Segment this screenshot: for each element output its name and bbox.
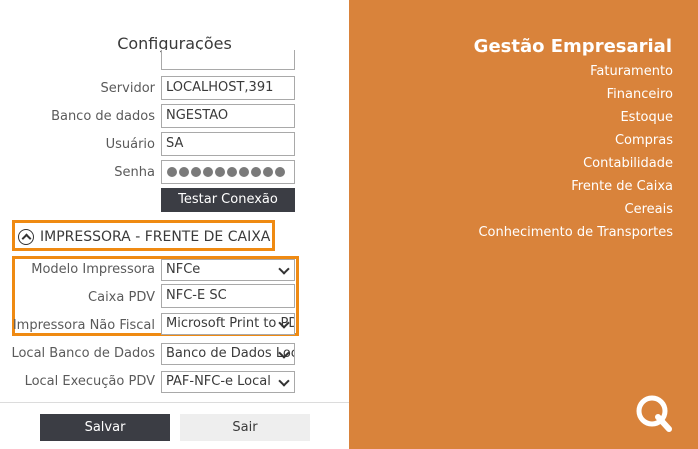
exit-button[interactable]: Sair [180, 414, 310, 441]
collapse-icon[interactable] [18, 229, 34, 245]
banco-label: Banco de dados [51, 109, 155, 124]
menu-item-financeiro[interactable]: Financeiro [478, 85, 673, 108]
local-banco-select[interactable]: Banco de Dados Local [161, 343, 295, 365]
menu-item-contabilidade[interactable]: Contabilidade [478, 154, 673, 177]
config-panel: Configurações Servidor LOCALHOST,391 Ban… [0, 0, 349, 449]
modelo-select[interactable]: NFCe [161, 259, 295, 281]
senha-input[interactable] [161, 160, 295, 184]
local-banco-value: Banco de Dados Local [166, 346, 294, 361]
menu-item-cereais[interactable]: Cereais [478, 200, 673, 223]
menu-item-frente-de-caixa[interactable]: Frente de Caixa [478, 177, 673, 200]
menu-item-faturamento[interactable]: Faturamento [478, 62, 673, 85]
modules-menu: Faturamento Financeiro Estoque Compras C… [478, 62, 673, 246]
brand-panel: Gestão Empresarial Faturamento Financeir… [349, 0, 698, 449]
brand-logo-icon [636, 395, 672, 432]
chevron-down-icon [278, 375, 290, 387]
menu-item-estoque[interactable]: Estoque [478, 108, 673, 131]
banco-input[interactable]: NGESTAO [161, 104, 295, 128]
caixa-label: Caixa PDV [88, 290, 155, 305]
local-exec-value: PAF-NFC-e Local [166, 374, 271, 389]
section-header[interactable]: IMPRESSORA - FRENTE DE CAIXA [18, 229, 270, 245]
menu-item-compras[interactable]: Compras [478, 131, 673, 154]
test-connection-button[interactable]: Testar Conexão [161, 188, 295, 212]
local-exec-select[interactable]: PAF-NFC-e Local [161, 371, 295, 393]
servidor-label: Servidor [100, 81, 155, 96]
impressora-value: Microsoft Print to PDF [166, 316, 295, 331]
section-title: IMPRESSORA - FRENTE DE CAIXA [40, 229, 271, 245]
brand-title: Gestão Empresarial [473, 36, 672, 57]
menu-item-conhecimento-de-transportes[interactable]: Conhecimento de Transportes [478, 223, 673, 246]
scrolled-field[interactable] [161, 50, 295, 70]
caixa-input[interactable]: NFC-E SC [161, 284, 295, 308]
save-button[interactable]: Salvar [40, 414, 170, 441]
impressora-label: Impressora Não Fiscal [12, 318, 155, 333]
servidor-input[interactable]: LOCALHOST,391 [161, 76, 295, 100]
bottom-divider [0, 402, 349, 403]
chevron-down-icon [278, 263, 290, 275]
usuario-input[interactable]: SA [161, 132, 295, 156]
local-banco-label: Local Banco de Dados [11, 346, 155, 361]
local-exec-label: Local Execução PDV [24, 374, 155, 389]
modelo-value: NFCe [166, 262, 201, 277]
modelo-label: Modelo Impressora [31, 262, 155, 277]
usuario-label: Usuário [105, 137, 155, 152]
impressora-select[interactable]: Microsoft Print to PDF [161, 313, 295, 335]
password-dots [167, 167, 285, 177]
senha-label: Senha [114, 165, 155, 180]
